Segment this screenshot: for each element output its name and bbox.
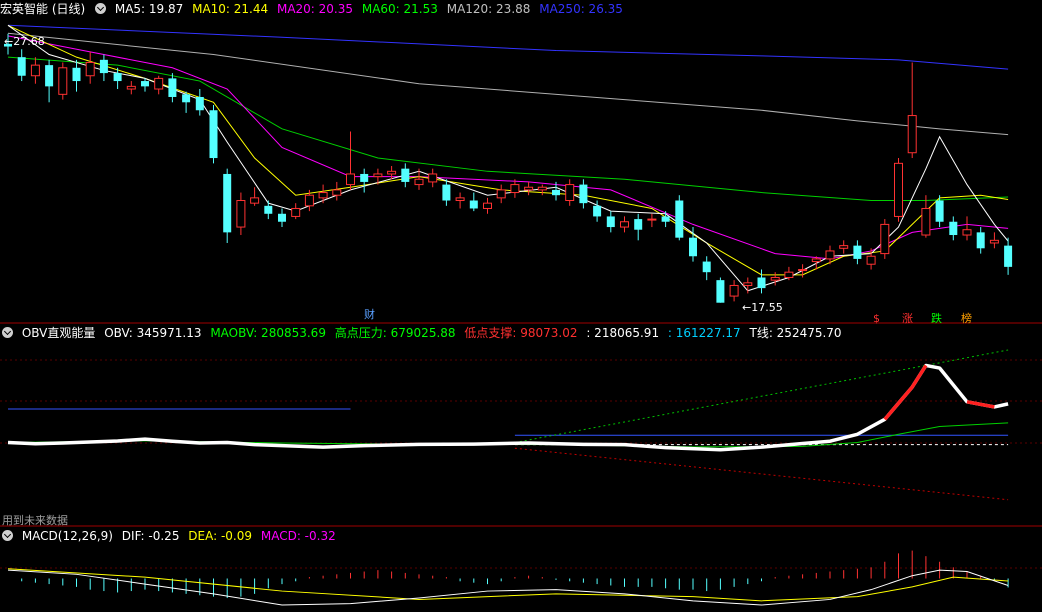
candle-body xyxy=(483,202,492,209)
candle-body xyxy=(209,110,218,159)
marker-list[interactable]: 榜 xyxy=(961,310,972,328)
candle-body xyxy=(853,245,862,259)
candle-body xyxy=(278,213,286,222)
candle-body xyxy=(675,200,684,238)
candle-body xyxy=(907,115,917,154)
candle-body xyxy=(154,77,164,90)
candle-body xyxy=(250,197,260,204)
marker-rise[interactable]: 涨 xyxy=(902,310,913,328)
candle-body xyxy=(770,276,780,281)
candle-body xyxy=(510,184,520,194)
candle-body xyxy=(496,189,506,199)
candle-body xyxy=(264,205,273,214)
candle-body xyxy=(182,94,191,103)
marker-dollar[interactable]: $ xyxy=(873,310,880,328)
candle-body xyxy=(565,184,575,202)
candle-body xyxy=(579,184,588,204)
candle-body xyxy=(716,280,725,303)
candle-body xyxy=(387,170,397,175)
candle-body xyxy=(839,245,849,249)
candle-body xyxy=(743,282,753,286)
obv-high-pressure-line xyxy=(514,349,1009,444)
candle-body xyxy=(647,218,657,221)
panel-frames xyxy=(0,322,1042,569)
candle-body xyxy=(113,73,122,82)
candle-body xyxy=(729,284,739,297)
stock-chart[interactable] xyxy=(0,0,1042,612)
high-price-value: 27.68 xyxy=(13,35,45,48)
ma-line-ma250 xyxy=(7,24,1009,70)
candle-body xyxy=(291,207,301,217)
candle-body xyxy=(894,162,903,217)
candle-body xyxy=(880,223,890,255)
candle-body xyxy=(935,200,944,222)
ma-line-ma20 xyxy=(7,35,1009,260)
candle-body xyxy=(428,173,438,183)
candle-body xyxy=(373,173,383,178)
ma-line-ma10 xyxy=(7,24,1009,276)
candle-body xyxy=(689,237,697,257)
candle-body xyxy=(45,65,54,87)
candle-body xyxy=(702,261,711,273)
candle-body xyxy=(401,168,410,182)
candle-body xyxy=(825,250,835,260)
candle-body xyxy=(141,81,149,87)
candle-body xyxy=(99,59,108,74)
candle-body xyxy=(360,173,369,182)
marker-finance[interactable]: 财 xyxy=(364,306,375,324)
candle-body xyxy=(168,78,177,97)
obv-panel xyxy=(7,349,1009,501)
candle-body xyxy=(593,205,602,217)
high-price-label: ←27.68 xyxy=(4,35,45,48)
main-panel xyxy=(4,24,1013,303)
candle-body xyxy=(962,229,972,236)
candle-body xyxy=(552,189,560,196)
candle-body xyxy=(634,219,643,230)
candle-body xyxy=(414,178,424,186)
candle-body xyxy=(811,258,821,263)
candle-body xyxy=(17,57,26,76)
obv-line xyxy=(7,363,1009,452)
candle-body xyxy=(620,221,629,228)
dif-line xyxy=(7,569,1009,606)
candle-body xyxy=(469,200,478,209)
candle-body xyxy=(442,184,451,201)
candle-body xyxy=(85,61,95,77)
obv-highlight-segment xyxy=(883,364,928,421)
candle-body xyxy=(949,221,958,236)
dea-line xyxy=(7,568,1009,602)
candle-body xyxy=(757,277,766,289)
candle-body xyxy=(126,85,136,90)
low-price-label: ←17.55 xyxy=(742,301,783,314)
candle-body xyxy=(195,96,204,111)
candle-body xyxy=(72,67,81,82)
candle-body xyxy=(332,189,342,196)
candle-body xyxy=(537,186,547,191)
obv-low-support-line xyxy=(514,447,1009,501)
candle-body xyxy=(976,232,985,249)
candle-body xyxy=(606,216,615,228)
candle-body xyxy=(455,197,465,202)
marker-fall[interactable]: 跌 xyxy=(931,310,942,328)
candle-body xyxy=(304,194,314,207)
candle-body xyxy=(346,173,355,186)
candle-body xyxy=(236,200,246,228)
candle-body xyxy=(58,67,68,95)
candle-body xyxy=(30,64,40,77)
candle-body xyxy=(318,192,328,199)
candle-body xyxy=(223,173,232,233)
obv-highlight-segment xyxy=(966,400,995,409)
candle-body xyxy=(798,269,808,272)
candle-body xyxy=(1004,245,1013,267)
candle-body xyxy=(524,186,534,191)
low-price-value: 17.55 xyxy=(751,301,783,314)
candle-body xyxy=(784,271,794,278)
macd-panel xyxy=(7,550,1009,606)
candle-body xyxy=(921,207,931,236)
candle-body xyxy=(661,216,670,222)
candle-body xyxy=(866,255,876,265)
candle-body xyxy=(989,239,999,244)
